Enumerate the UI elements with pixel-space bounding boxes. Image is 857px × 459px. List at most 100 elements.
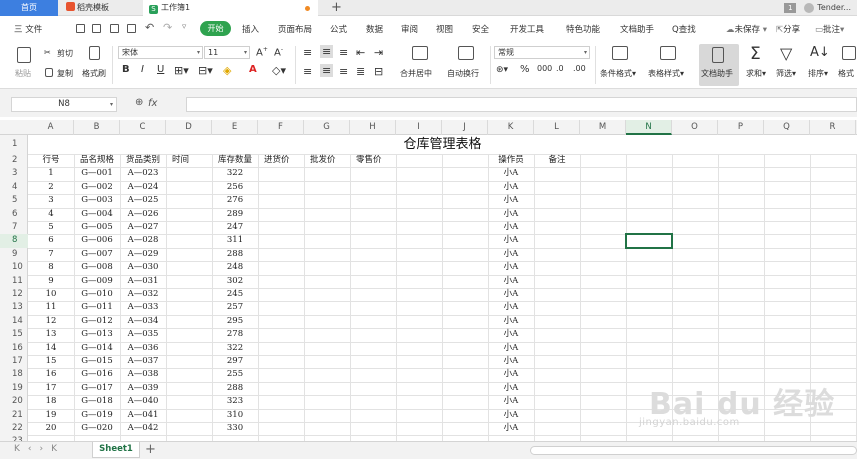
row-number-cell[interactable]: 8 [28,261,74,274]
spec-cell[interactable]: G—019 [74,409,120,422]
row-number-cell[interactable]: 10 [28,288,74,301]
tab-insert[interactable]: 插入 [242,23,259,35]
filter-button[interactable]: 筛选▾ [776,68,796,79]
column-header-b[interactable]: B [74,120,120,135]
row-header[interactable]: 2 [0,154,28,167]
row-number-cell[interactable]: 4 [28,208,74,221]
paste-label[interactable]: 粘贴 [15,68,31,79]
header-cell-l[interactable]: 备注 [534,154,580,167]
percent-icon[interactable]: % [520,64,530,75]
spec-cell[interactable]: G—004 [74,208,120,221]
column-header-l[interactable]: L [534,120,580,135]
cut-icon[interactable]: ✂ [44,48,51,57]
tab-features[interactable]: 特色功能 [566,23,600,35]
distributed-icon[interactable]: ⊟ [374,65,383,78]
category-cell[interactable]: A—035 [120,328,166,341]
category-cell[interactable]: A—038 [120,368,166,381]
column-header-a[interactable]: A [28,120,74,135]
quantity-cell[interactable]: 247 [212,221,258,234]
quantity-cell[interactable]: 255 [212,368,258,381]
merge-center-button[interactable]: 合并居中 [400,68,432,79]
row-header[interactable]: 10 [0,261,28,274]
decrease-decimal-icon[interactable]: .00 [573,64,586,73]
header-cell-k[interactable]: 操作员 [488,154,534,167]
column-header-m[interactable]: M [580,120,626,135]
increase-decimal-icon[interactable]: .0 [556,64,564,73]
spec-cell[interactable]: G—014 [74,342,120,355]
cut-button[interactable]: 剪切 [57,48,73,59]
header-cell-h[interactable]: 零售价 [350,154,396,167]
category-cell[interactable]: A—023 [120,167,166,180]
header-cell-g[interactable]: 批发价 [304,154,350,167]
quantity-cell[interactable]: 276 [212,194,258,207]
column-header-i[interactable]: I [396,120,442,135]
category-cell[interactable]: A—030 [120,261,166,274]
row-header[interactable]: 9 [0,248,28,261]
operator-cell[interactable]: 小A [488,301,534,314]
sheet-title[interactable]: 仓库管理表格 [28,135,857,154]
quantity-cell[interactable]: 295 [212,315,258,328]
tab-templates[interactable]: 稻壳模板 [60,0,135,16]
row-header[interactable]: 20 [0,395,28,408]
tab-view[interactable]: 视图 [436,23,453,35]
sheet-tab-sheet1[interactable]: Sheet1 [92,442,140,458]
column-header-h[interactable]: H [350,120,396,135]
column-header-r[interactable]: R [810,120,856,135]
quantity-cell[interactable]: 288 [212,382,258,395]
share-button[interactable]: ⇱分享 [776,23,800,35]
row-header[interactable]: 22 [0,422,28,435]
user-name[interactable]: Tender... [817,3,851,12]
cell-style-icon[interactable]: ⊟▾ [198,64,213,77]
operator-cell[interactable]: 小A [488,395,534,408]
italic-icon[interactable]: I [141,64,144,75]
operator-cell[interactable]: 小A [488,221,534,234]
row-header[interactable]: 13 [0,301,28,314]
column-header-c[interactable]: C [120,120,166,135]
row-number-cell[interactable]: 12 [28,315,74,328]
underline-icon[interactable]: U [157,64,164,75]
column-header-f[interactable]: F [258,120,304,135]
row-number-cell[interactable]: 14 [28,342,74,355]
header-cell-f[interactable]: 进货价 [258,154,304,167]
spec-cell[interactable]: G—013 [74,328,120,341]
paste-icon[interactable] [17,47,31,63]
spreadsheet-grid[interactable]: ABCDEFGHIJKLMNOPQR 1 2 3 4 5 6 7 8 9 10 11 12 13 14 15… [0,117,857,441]
doc-helper-button[interactable]: 文档助手 [699,44,739,86]
row-number-cell[interactable]: 19 [28,409,74,422]
filter-icon[interactable]: ▽ [780,44,792,63]
quantity-cell[interactable]: 257 [212,301,258,314]
fill-color-icon[interactable]: ◈ [223,64,231,77]
operator-cell[interactable]: 小A [488,382,534,395]
increase-indent-icon[interactable]: ⇥ [374,46,383,59]
wrap-text-icon[interactable] [458,46,474,60]
category-cell[interactable]: A—027 [120,221,166,234]
spec-cell[interactable]: G—020 [74,422,120,435]
category-cell[interactable]: A—025 [120,194,166,207]
column-header-g[interactable]: G [304,120,350,135]
header-cell-b[interactable]: 品名规格 [74,154,120,167]
category-cell[interactable]: A—039 [120,382,166,395]
decrease-indent-icon[interactable]: ⇤ [356,46,365,59]
row-header[interactable]: 4 [0,181,28,194]
row-header[interactable]: 7 [0,221,28,234]
row-header[interactable]: 1 [0,135,28,154]
tab-developer[interactable]: 开发工具 [510,23,544,35]
font-size-select[interactable]: 11 ▾ [204,46,250,59]
align-center-icon[interactable]: ≡ [320,64,334,77]
header-cell-e[interactable]: 库存数量 [212,154,258,167]
row-header[interactable]: 15 [0,328,28,341]
category-cell[interactable]: A—026 [120,208,166,221]
operator-cell[interactable]: 小A [488,208,534,221]
conditional-format-icon[interactable] [612,46,628,60]
row-header[interactable]: 12 [0,288,28,301]
tab-security[interactable]: 安全 [472,23,489,35]
column-header-o[interactable]: O [672,120,718,135]
spec-cell[interactable]: G—005 [74,221,120,234]
operator-cell[interactable]: 小A [488,288,534,301]
thousands-icon[interactable]: 000 [537,64,552,73]
spec-cell[interactable]: G—009 [74,275,120,288]
add-sheet-button[interactable]: + [145,442,156,457]
font-name-select[interactable]: 宋体 ▾ [118,46,203,59]
cloud-status[interactable]: ☁未保存 ▾ [726,23,767,35]
quantity-cell[interactable]: 322 [212,167,258,180]
